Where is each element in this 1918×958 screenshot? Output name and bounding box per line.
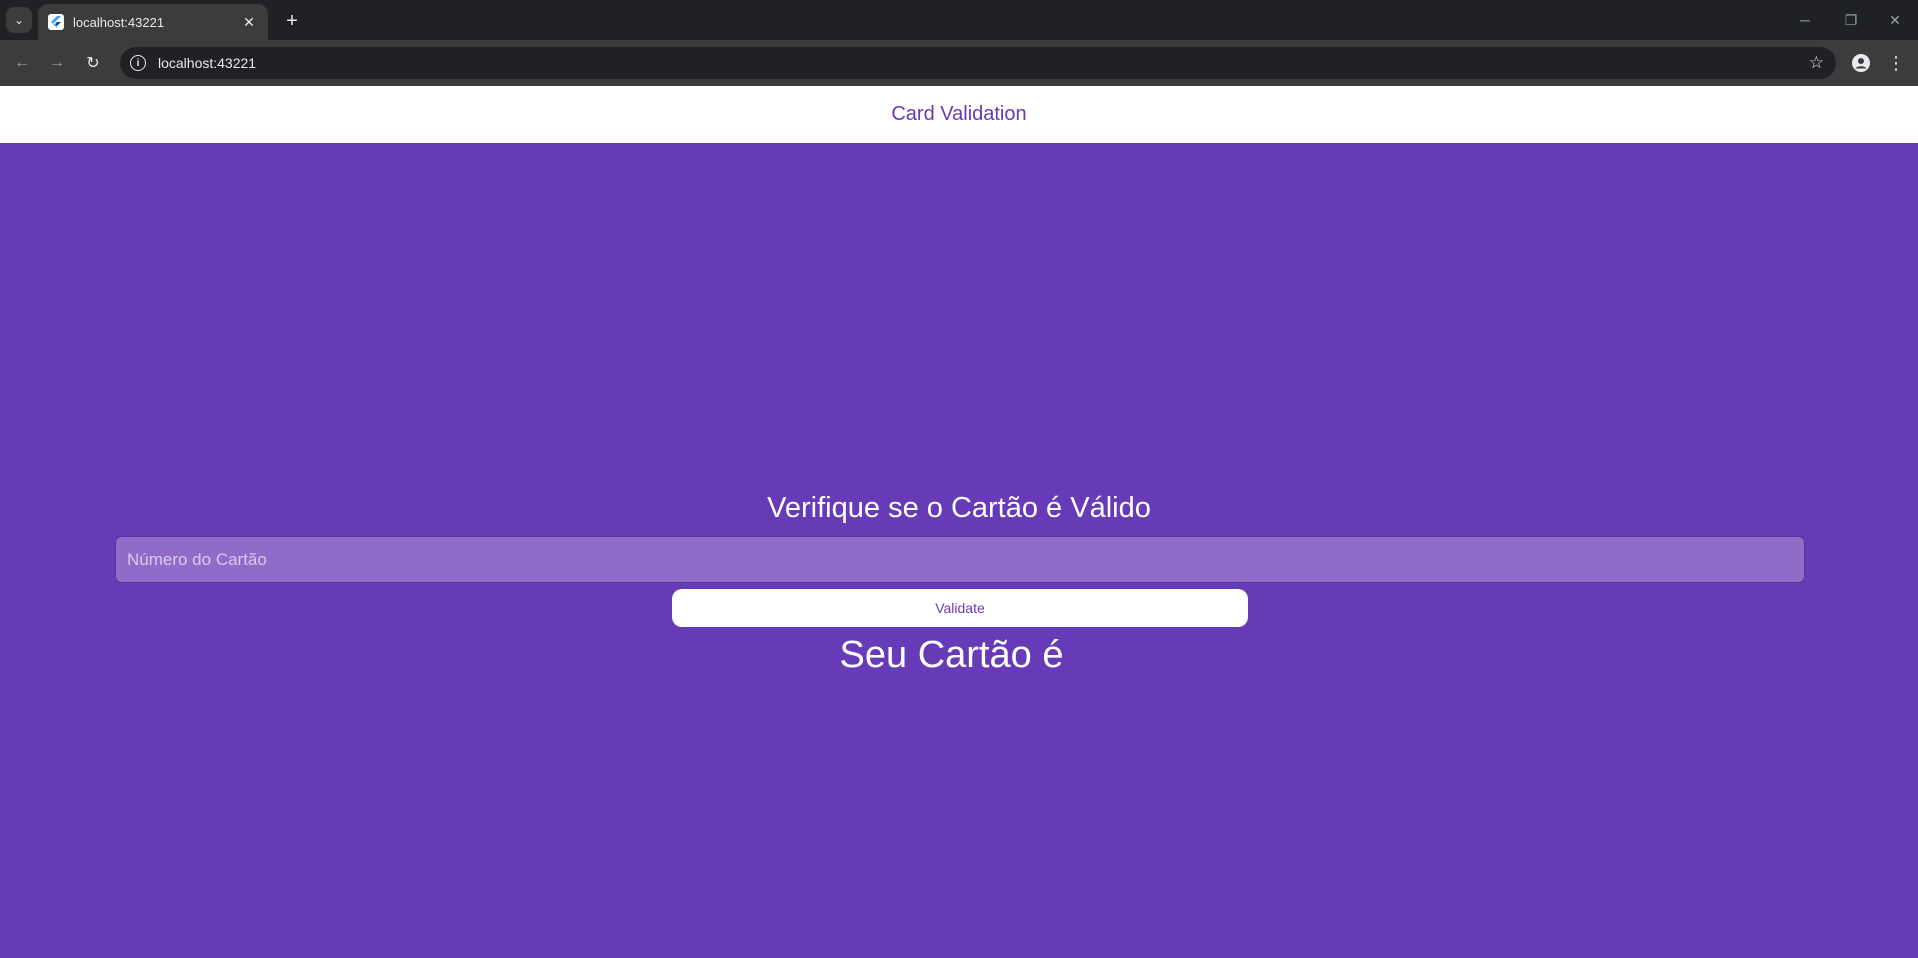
info-icon[interactable]: i <box>130 55 146 71</box>
card-number-input[interactable] <box>115 536 1805 583</box>
reload-icon[interactable]: ↻ <box>81 51 105 75</box>
chevron-down-icon: ⌄ <box>13 13 25 27</box>
close-icon[interactable]: ✕ <box>240 13 258 31</box>
validation-heading: Verifique se o Cartão é Válido <box>767 492 1151 524</box>
url-text[interactable]: localhost:43221 <box>158 55 1809 71</box>
page-title: Card Validation <box>891 103 1027 125</box>
window-close-icon[interactable]: ✕ <box>1872 0 1918 40</box>
star-icon[interactable]: ☆ <box>1809 53 1824 73</box>
result-text: Seu Cartão é <box>839 634 1064 676</box>
browser-tab[interactable]: localhost:43221 ✕ <box>38 4 268 40</box>
address-bar[interactable]: i localhost:43221 ☆ <box>120 47 1836 79</box>
arrow-right-icon[interactable]: → <box>45 51 69 75</box>
browser-toolbar: ← → ↻ i localhost:43221 ☆ ⋮ <box>0 40 1918 86</box>
kebab-menu-icon[interactable]: ⋮ <box>1884 51 1908 75</box>
validate-button[interactable]: Validate <box>672 589 1248 627</box>
flutter-logo-icon <box>48 14 64 30</box>
arrow-left-icon[interactable]: ← <box>10 51 34 75</box>
tab-strip: ⌄ localhost:43221 ✕ + ─ ❐ ✕ <box>0 0 1918 40</box>
tab-title: localhost:43221 <box>73 14 165 30</box>
profile-icon[interactable] <box>1849 51 1873 75</box>
page-viewport: Card Validation Verifique se o Cartão é … <box>0 86 1918 958</box>
minimize-icon[interactable]: ─ <box>1782 0 1828 40</box>
tab-list-button[interactable]: ⌄ <box>6 7 32 33</box>
restore-icon[interactable]: ❐ <box>1828 0 1874 40</box>
plus-icon[interactable]: + <box>280 9 304 33</box>
app-bar: Card Validation <box>0 86 1918 143</box>
